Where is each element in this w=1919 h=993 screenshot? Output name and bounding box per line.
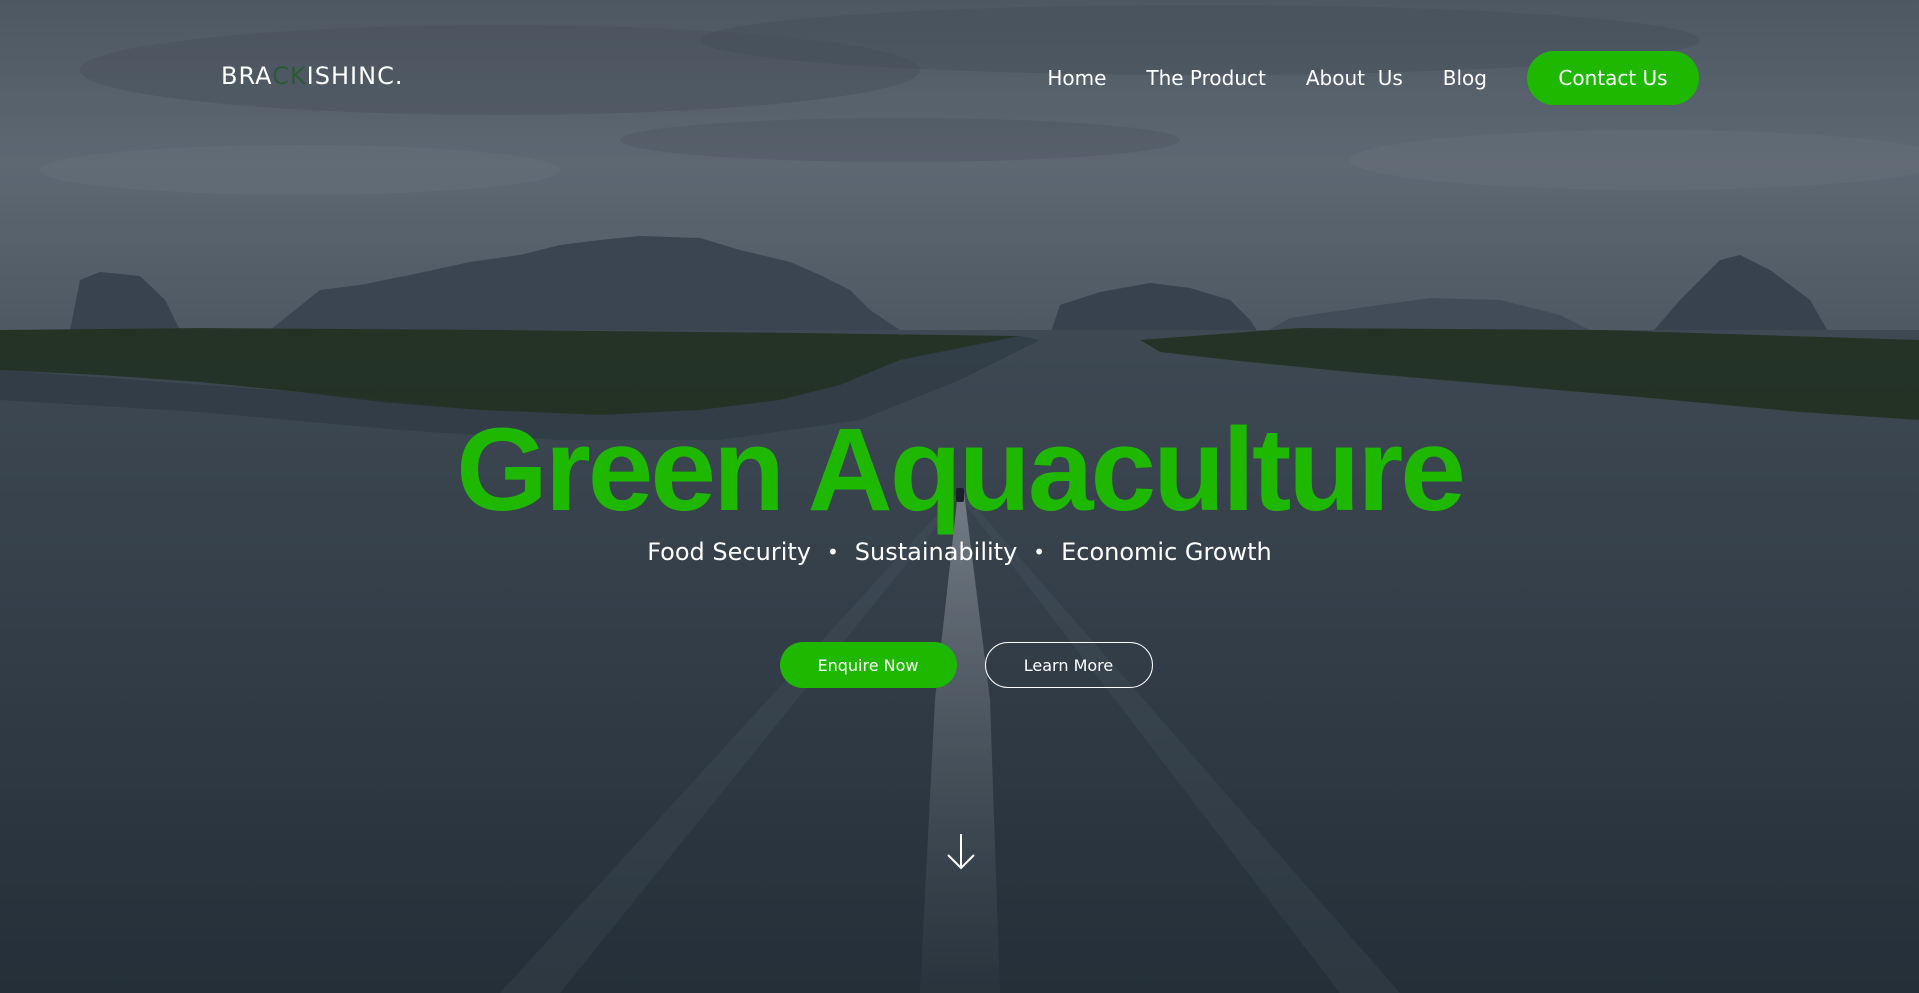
learn-more-button[interactable]: Learn More [984, 642, 1153, 688]
nav-link-home[interactable]: Home [1047, 66, 1106, 90]
nav-link-blog[interactable]: Blog [1443, 66, 1487, 90]
logo-text-end: ISHINC. [306, 62, 404, 90]
tagline-separator: • [1033, 540, 1046, 564]
logo-text-accent: CK [272, 62, 307, 90]
tagline-separator: • [826, 540, 839, 564]
nav-link-about[interactable]: About Us [1306, 66, 1403, 90]
main-navigation: Home The Product About Us Blog Contact U… [1007, 51, 1699, 105]
tagline-item-sustainability: Sustainability [854, 538, 1018, 566]
hero-cta-group: Enquire Now Learn More [0, 642, 1919, 688]
enquire-now-button[interactable]: Enquire Now [779, 642, 957, 688]
logo-text-start: BRA [221, 62, 273, 90]
site-header: BRACKISHINC. Home The Product About Us B… [0, 0, 1919, 156]
tagline-item-economic-growth: Economic Growth [1061, 538, 1272, 566]
tagline-item-food-security: Food Security [647, 538, 811, 566]
hero-title: Green Aquaculture [456, 404, 1466, 536]
nav-link-product[interactable]: The Product [1146, 66, 1266, 90]
hero-section: BRACKISHINC. Home The Product About Us B… [0, 0, 1919, 993]
arrow-down-icon[interactable] [944, 832, 978, 872]
brand-logo[interactable]: BRACKISHINC. [221, 62, 403, 90]
contact-us-button[interactable]: Contact Us [1527, 51, 1699, 105]
hero-tagline: Food Security • Sustainability • Economi… [0, 538, 1919, 566]
